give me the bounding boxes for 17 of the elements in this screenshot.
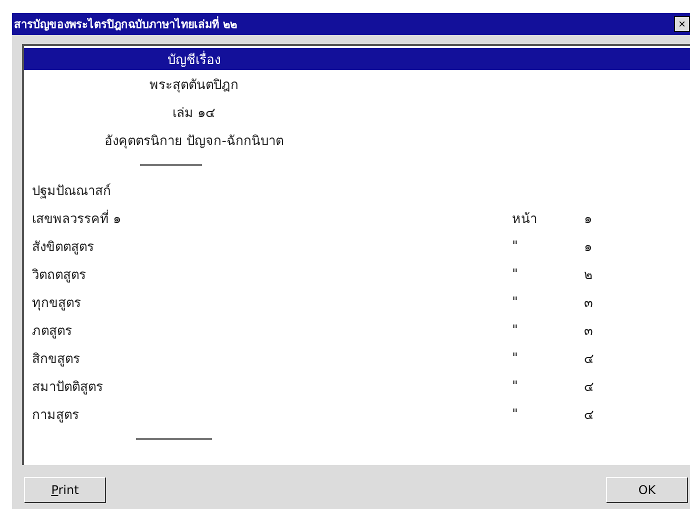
list-item[interactable]: กามสูตร " ๔ xyxy=(24,400,690,428)
list-item[interactable]: สิกขสูตร " ๔ xyxy=(24,344,690,372)
list-item[interactable]: ภตสูตร " ๓ xyxy=(24,316,690,344)
list-item[interactable]: อังคุตตรนิกาย ปัญจก-ฉักกนิบาต xyxy=(24,126,364,154)
list-item[interactable]: สมาปัตติสูตร " ๔ xyxy=(24,372,690,400)
list-item[interactable]: วิตถตสูตร " ๒ xyxy=(24,260,690,288)
print-button[interactable]: Print xyxy=(24,477,106,503)
ok-button[interactable]: OK xyxy=(606,477,688,503)
list-item[interactable]: บัญชีเรื่อง xyxy=(24,48,690,70)
list-item[interactable]: พระสุตตันตปิฎก xyxy=(24,70,364,98)
list-item[interactable]: ทุกขสูตร " ๓ xyxy=(24,288,690,316)
list-item[interactable]: ปฐมปัณณาสก์ xyxy=(24,176,690,204)
window-title: สารบัญของพระไตรปิฎกฉบับภาษาไทยเล่มที่ ๒๒ xyxy=(13,15,237,33)
close-button[interactable]: × xyxy=(674,16,690,32)
list-item[interactable]: เสขพลวรรคที่ ๑ หน้า ๑ xyxy=(24,204,690,232)
list-item[interactable]: เล่ม ๑๔ xyxy=(24,98,364,126)
list-item[interactable]: สังขิตตสูตร " ๑ xyxy=(24,232,690,260)
